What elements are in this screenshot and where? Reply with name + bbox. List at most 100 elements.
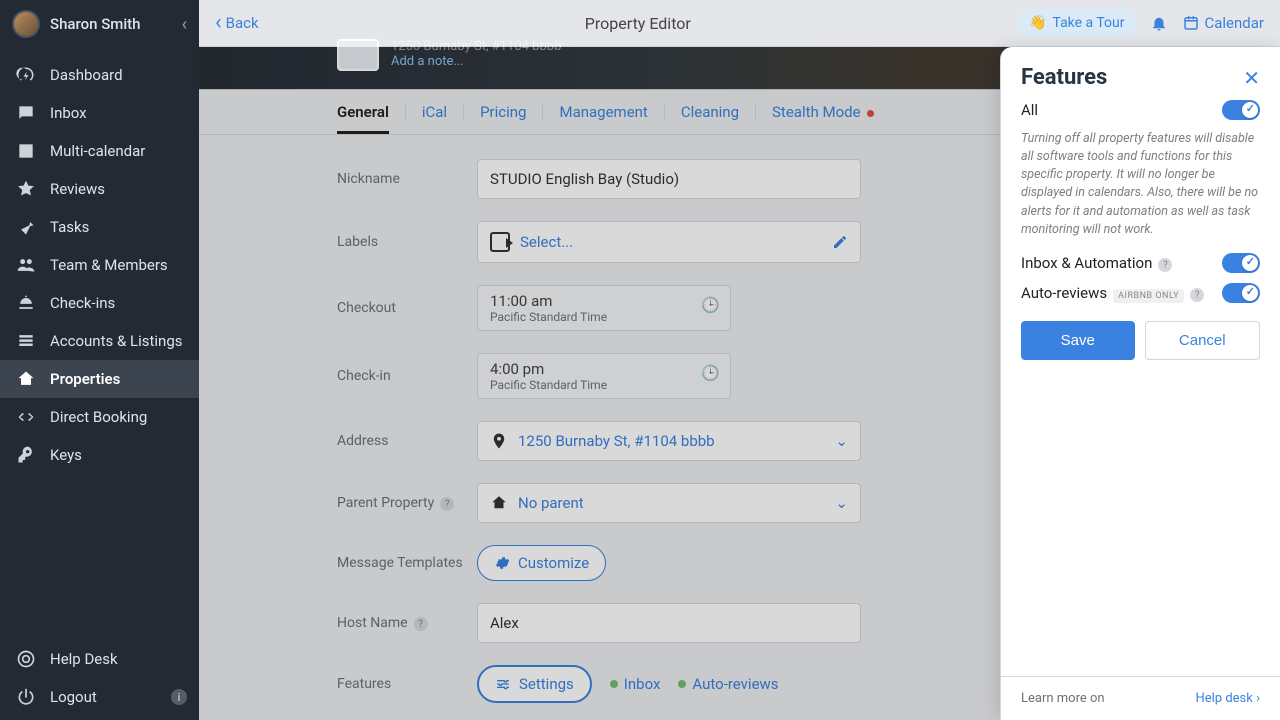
add-note-link[interactable]: Add a note... — [391, 54, 561, 69]
feature-inbox-toggle[interactable] — [1222, 253, 1260, 273]
tab-stealth[interactable]: Stealth Mode — [772, 91, 874, 133]
wave-icon: 👋 — [1029, 15, 1046, 31]
tab-general[interactable]: General — [337, 91, 389, 133]
sidebar: Sharon Smith ‹ Dashboard Inbox Multi-cal… — [0, 0, 199, 720]
feature-all-label: All — [1021, 101, 1038, 119]
help-desk-link[interactable]: Help desk › — [1195, 691, 1260, 706]
chevron-down-icon: ⌄ — [835, 494, 848, 512]
features-label: Features — [337, 676, 477, 692]
collapse-sidebar-icon[interactable]: ‹ — [182, 14, 187, 35]
clock-icon: 🕒 — [701, 364, 720, 382]
nav-team[interactable]: Team & Members — [0, 246, 199, 284]
take-tour-button[interactable]: 👋Take a Tour — [1017, 9, 1136, 37]
power-icon — [16, 687, 36, 707]
list-icon — [16, 331, 36, 351]
labels-label: Labels — [337, 234, 477, 250]
nav-reviews[interactable]: Reviews — [0, 170, 199, 208]
pin-icon — [490, 432, 508, 450]
address-select[interactable]: 1250 Burnaby St, #1104 bbbb ⌄ — [477, 421, 861, 461]
learn-more-label: Learn more on — [1021, 691, 1105, 706]
parent-label: Parent Property? — [337, 495, 477, 512]
nav-help-desk[interactable]: Help Desk — [0, 640, 199, 678]
bell-icon — [1150, 14, 1168, 32]
page-title: Property Editor — [271, 14, 1005, 33]
star-icon — [16, 179, 36, 199]
nav-multi-calendar[interactable]: Multi-calendar — [0, 132, 199, 170]
nav-tasks[interactable]: Tasks — [0, 208, 199, 246]
host-label: Host Name? — [337, 615, 477, 632]
feature-all-toggle[interactable] — [1222, 100, 1260, 120]
panel-footer: Learn more on Help desk › — [1001, 676, 1280, 720]
chevron-down-icon: ⌄ — [835, 432, 848, 450]
checkin-label: Check-in — [337, 368, 477, 384]
panel-save-button[interactable]: Save — [1021, 321, 1135, 360]
nav-accounts[interactable]: Accounts & Listings — [0, 322, 199, 360]
parent-select[interactable]: No parent ⌄ — [477, 483, 861, 523]
nav-dashboard[interactable]: Dashboard — [0, 56, 199, 94]
address-label: Address — [337, 433, 477, 449]
clock-icon: 🕒 — [701, 296, 720, 314]
checkout-time: 11:00 am Pacific Standard Time 🕒 — [477, 285, 731, 331]
tab-cleaning[interactable]: Cleaning — [681, 91, 739, 133]
back-button[interactable]: Back — [215, 14, 259, 32]
templates-label: Message Templates — [337, 555, 477, 571]
property-address-line: 1250 Burnaby St, #1104 bbbb — [391, 39, 561, 54]
calendar-link-icon — [1182, 14, 1200, 32]
nickname-input[interactable]: STUDIO English Bay (Studio) — [477, 159, 861, 199]
labels-select[interactable]: Select... — [477, 221, 861, 263]
nav-keys[interactable]: Keys — [0, 436, 199, 474]
broom-icon — [16, 217, 36, 237]
nav-checkins[interactable]: Check-ins — [0, 284, 199, 322]
info-icon[interactable]: i — [171, 689, 187, 705]
help-icon[interactable]: ? — [1190, 288, 1204, 302]
gear-icon — [494, 555, 510, 571]
features-panel: Features ✕ All Turning off all property … — [1000, 47, 1280, 720]
key-icon — [16, 445, 36, 465]
tag-icon — [490, 232, 510, 252]
feature-chip-inbox: Inbox — [610, 675, 661, 693]
customize-templates-button[interactable]: Customize — [477, 545, 606, 581]
panel-title: Features — [1021, 65, 1107, 90]
help-icon[interactable]: ? — [1158, 258, 1172, 272]
bell-dish-icon — [16, 293, 36, 313]
sliders-icon — [495, 676, 511, 692]
pencil-icon[interactable] — [832, 234, 848, 250]
features-settings-button[interactable]: Settings — [477, 665, 592, 703]
close-icon[interactable]: ✕ — [1243, 68, 1260, 88]
tab-pricing[interactable]: Pricing — [480, 91, 526, 133]
avatar[interactable] — [12, 10, 40, 38]
calendar-icon — [16, 141, 36, 161]
nav-direct-booking[interactable]: Direct Booking — [0, 398, 199, 436]
user-name: Sharon Smith — [50, 15, 172, 33]
nav-logout[interactable]: Logouti — [0, 678, 199, 716]
help-icon[interactable]: ? — [440, 497, 454, 511]
airbnb-only-badge: AIRBNB ONLY — [1113, 289, 1184, 303]
home-icon — [16, 369, 36, 389]
house-icon — [490, 494, 508, 512]
gauge-icon — [16, 65, 36, 85]
nav-inbox[interactable]: Inbox — [0, 94, 199, 132]
checkout-label: Checkout — [337, 300, 477, 316]
feature-auto-toggle[interactable] — [1222, 283, 1260, 303]
notifications-button[interactable] — [1150, 14, 1168, 32]
feature-auto-label: Auto-reviewsAIRBNB ONLY? — [1021, 284, 1204, 303]
sidebar-footer: Help Desk Logouti — [0, 640, 199, 716]
feature-chip-autoreviews: Auto-reviews — [678, 675, 778, 693]
feature-inbox-label: Inbox & Automation? — [1021, 254, 1172, 273]
tab-ical[interactable]: iCal — [422, 91, 447, 133]
nav-properties[interactable]: Properties — [0, 360, 199, 398]
sidebar-header: Sharon Smith ‹ — [0, 0, 199, 48]
code-icon — [16, 407, 36, 427]
chat-icon — [16, 103, 36, 123]
property-thumbnail[interactable] — [337, 39, 379, 71]
people-icon — [16, 255, 36, 275]
panel-cancel-button[interactable]: Cancel — [1145, 321, 1261, 360]
lifebuoy-icon — [16, 649, 36, 669]
topbar-actions: 👋Take a Tour Calendar — [1017, 9, 1264, 37]
nickname-label: Nickname — [337, 171, 477, 187]
alert-dot-icon — [867, 110, 874, 117]
help-icon[interactable]: ? — [414, 617, 428, 631]
tab-management[interactable]: Management — [559, 91, 647, 133]
calendar-link[interactable]: Calendar — [1182, 14, 1264, 32]
host-input[interactable]: Alex — [477, 603, 861, 643]
